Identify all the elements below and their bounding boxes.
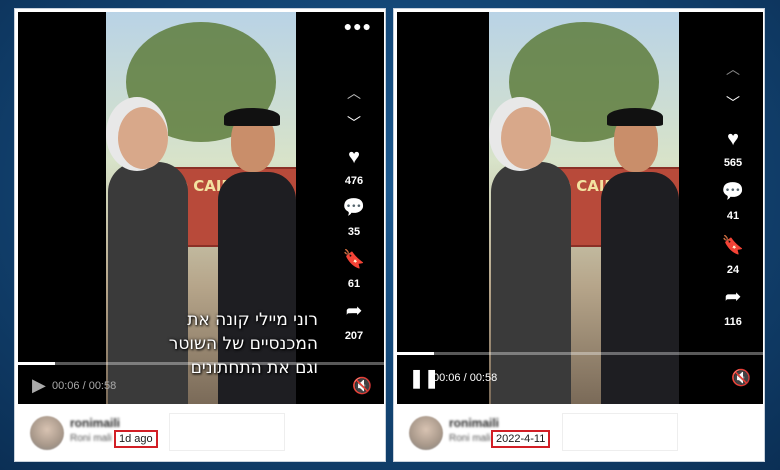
chevron-down-icon[interactable]: ﹀ — [334, 112, 374, 134]
avatar[interactable] — [30, 416, 64, 450]
chevron-up-icon[interactable]: ︿ — [713, 58, 753, 80]
post-date: 2022-4-11 — [491, 430, 551, 448]
share-icon[interactable]: ➦ — [713, 286, 753, 308]
man-left-head — [501, 107, 551, 169]
video-caption: רוני מיילי קונה את המכנסיים של השוטר וגם… — [118, 308, 318, 380]
caption-line: וגם את התחתונים — [190, 358, 318, 378]
action-rail: ︿ ﹀ ♥ 476 💬 35 🔖 61 ➦ 207 — [334, 12, 374, 404]
police-cap — [224, 108, 280, 126]
action-rail: ︿ ﹀ ♥ 565 💬 41 🔖 24 ➦ 116 — [713, 12, 753, 404]
post-footer: ronimaili Roni mali 2022-4-11 — [397, 406, 763, 460]
video-post-left: LD CAIRO רוני מיילי קונה את המכנסיים של … — [14, 8, 386, 462]
avatar[interactable] — [409, 416, 443, 450]
comment-count: 41 — [726, 210, 740, 222]
username[interactable]: ronimaili — [70, 416, 120, 430]
time-display: 00:06 / 00:58 — [433, 372, 498, 384]
like-count: 565 — [723, 157, 743, 169]
bookmark-icon[interactable]: 🔖 — [334, 248, 374, 270]
display-name: Roni mali — [449, 433, 491, 444]
share-icon[interactable]: ➦ — [334, 300, 374, 322]
progress-fill — [397, 352, 434, 355]
comment-count: 35 — [347, 226, 361, 238]
chevron-down-icon[interactable]: ﹀ — [713, 92, 753, 114]
man-left — [491, 162, 571, 404]
redaction-box — [170, 414, 284, 450]
heart-icon[interactable]: ♥ — [713, 128, 753, 150]
heart-icon[interactable]: ♥ — [334, 146, 374, 168]
comment-icon[interactable]: 💬 — [713, 180, 753, 202]
video-post-right: LD CAIRO ︿ ﹀ ♥ 565 💬 41 🔖 24 ➦ 116 ❚❚ 00… — [393, 8, 765, 462]
redaction-box — [563, 414, 677, 450]
mute-icon[interactable]: 🔇 — [731, 368, 751, 388]
display-name: Roni mali — [70, 433, 112, 444]
progress-bar[interactable] — [397, 352, 763, 355]
save-count: 24 — [726, 264, 740, 276]
share-count: 116 — [724, 316, 742, 328]
video-frame: LD CAIRO — [489, 12, 679, 404]
username[interactable]: ronimaili — [449, 416, 499, 430]
mute-icon[interactable]: 🔇 — [352, 376, 372, 396]
save-count: 61 — [347, 278, 361, 290]
bookmark-icon[interactable]: 🔖 — [713, 234, 753, 256]
comment-icon[interactable]: 💬 — [334, 196, 374, 218]
man-left-head — [118, 107, 168, 169]
caption-line: רוני מיילי קונה את — [187, 310, 318, 330]
police-cap — [607, 108, 663, 126]
chevron-up-icon[interactable]: ︿ — [334, 82, 374, 104]
divider-line — [763, 392, 764, 454]
video-player[interactable]: LD CAIRO ︿ ﹀ ♥ 565 💬 41 🔖 24 ➦ 116 ❚❚ 00… — [397, 12, 763, 404]
play-icon[interactable]: ▶ — [32, 375, 46, 396]
share-count: 207 — [344, 330, 364, 342]
progress-bar[interactable] — [18, 362, 384, 365]
like-count: 476 — [344, 175, 364, 187]
man-right — [601, 172, 679, 404]
caption-line: המכנסיים של השוטר — [168, 334, 318, 354]
time-display: 00:06 / 00:58 — [52, 380, 117, 392]
progress-fill — [18, 362, 55, 365]
post-footer: ronimaili Roni mali 1d ago — [18, 406, 384, 460]
post-date: 1d ago — [114, 430, 158, 448]
video-player[interactable]: LD CAIRO רוני מיילי קונה את המכנסיים של … — [18, 12, 384, 404]
